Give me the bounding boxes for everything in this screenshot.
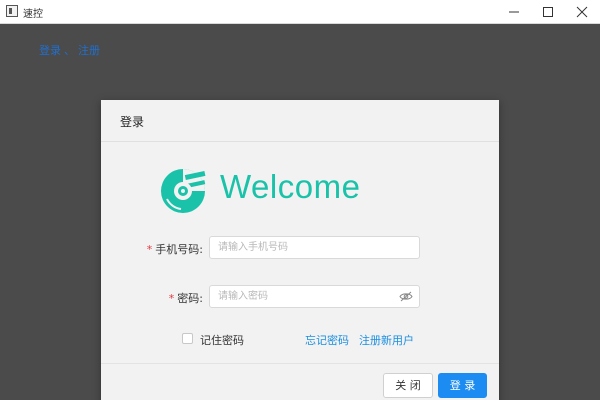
password-label-colon: : bbox=[199, 292, 203, 305]
required-mark: * bbox=[146, 243, 153, 256]
maximize-button[interactable] bbox=[531, 0, 565, 23]
window-title: 速控 bbox=[23, 9, 43, 20]
password-input[interactable] bbox=[209, 285, 420, 308]
phone-label-colon: : bbox=[199, 243, 203, 256]
forgot-password-link[interactable]: 忘记密码 bbox=[305, 332, 349, 348]
remember-password-label[interactable]: 记住密码 bbox=[200, 332, 244, 348]
remember-password-checkbox[interactable] bbox=[182, 333, 193, 344]
login-button[interactable]: 登 录 bbox=[438, 373, 487, 398]
maximize-icon bbox=[543, 7, 553, 17]
disc-logo-icon bbox=[161, 169, 206, 213]
breadcrumb-login[interactable]: 登录 bbox=[39, 44, 61, 57]
app-window: 速控 登录、注册 登录 Welcome * 手机号码: 请输入手机号码 * 密码… bbox=[0, 0, 600, 400]
breadcrumb-register[interactable]: 注册 bbox=[78, 44, 100, 57]
dialog-footer-divider bbox=[101, 363, 499, 364]
phone-label-text: 手机号码 bbox=[155, 243, 200, 256]
breadcrumb: 登录、注册 bbox=[39, 42, 100, 58]
dialog-header: 登录 bbox=[101, 100, 499, 142]
close-icon bbox=[576, 6, 588, 18]
breadcrumb-separator: 、 bbox=[64, 44, 75, 57]
minimize-icon bbox=[509, 11, 519, 13]
dialog-title: 登录 bbox=[120, 115, 145, 129]
login-dialog: 登录 Welcome *手机号码: *密码: 记住密码 忘记密码 注册 bbox=[101, 100, 499, 400]
eye-hidden-icon[interactable] bbox=[399, 291, 413, 302]
welcome-text: Welcome bbox=[220, 168, 361, 205]
close-window-button[interactable] bbox=[565, 0, 599, 23]
minimize-button[interactable] bbox=[497, 0, 531, 23]
required-mark: * bbox=[168, 292, 175, 305]
register-new-user-link[interactable]: 注册新用户 bbox=[359, 332, 414, 348]
close-button[interactable]: 关 闭 bbox=[383, 373, 433, 398]
password-label-text: 密码 bbox=[177, 292, 200, 305]
phone-input[interactable] bbox=[209, 236, 420, 259]
phone-label: * 手机号码: bbox=[121, 241, 203, 257]
title-bar: 速控 bbox=[0, 0, 600, 24]
app-icon bbox=[6, 5, 18, 17]
password-label: * 密码: bbox=[121, 290, 203, 306]
